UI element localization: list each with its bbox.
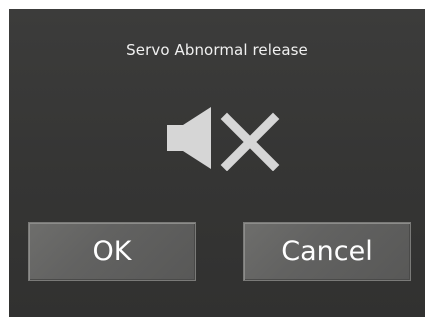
speaker-muted-icon xyxy=(167,107,280,171)
dialog-title: Servo Abnormal release xyxy=(126,41,308,59)
cancel-button[interactable]: Cancel xyxy=(243,222,411,281)
speaker-shape xyxy=(167,107,211,169)
alert-dialog: Servo Abnormal release OK Cancel xyxy=(9,9,425,317)
ok-button[interactable]: OK xyxy=(28,222,196,281)
